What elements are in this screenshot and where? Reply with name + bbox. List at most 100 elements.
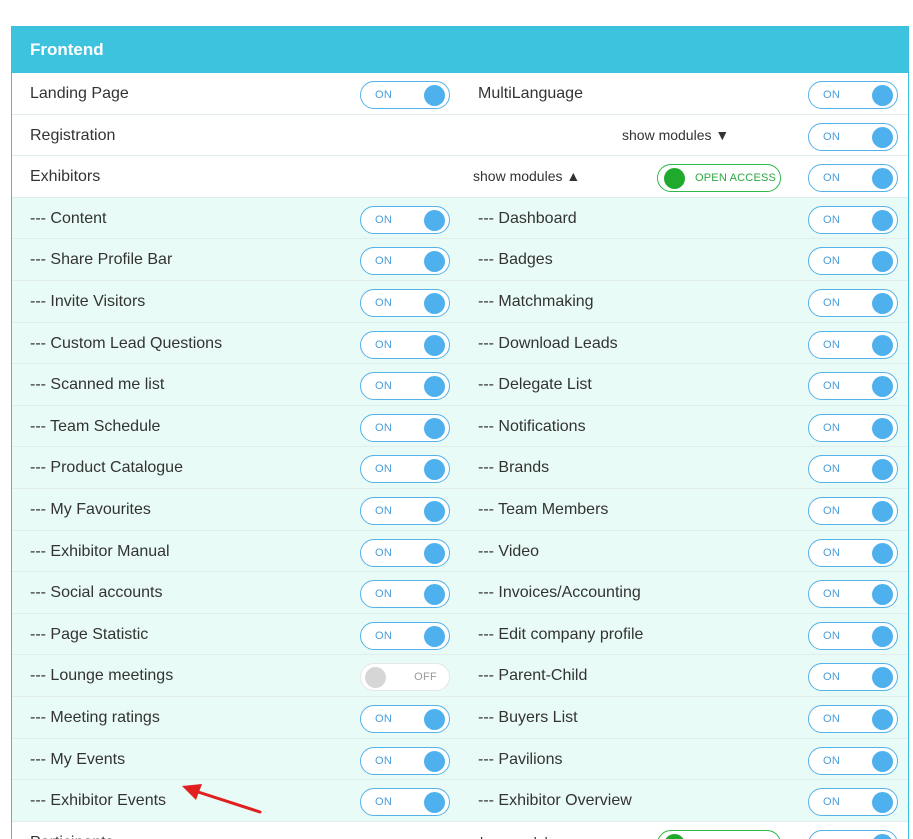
toggle-state-text: ON bbox=[375, 296, 393, 309]
participants-show-modules-link[interactable]: show modules ▼ bbox=[473, 822, 580, 839]
toggle-multilanguage[interactable]: ON bbox=[808, 81, 898, 109]
toggle-share-profile-bar[interactable]: ON bbox=[360, 247, 450, 276]
label-landing-page: Landing Page bbox=[30, 85, 129, 102]
toggle-state-text: ON bbox=[375, 588, 393, 601]
toggle-brands[interactable]: ON bbox=[808, 455, 898, 484]
toggle-team-schedule[interactable]: ON bbox=[360, 413, 450, 442]
toggle-landing-page[interactable]: ON bbox=[360, 81, 450, 109]
toggle-knob-icon bbox=[872, 542, 893, 564]
toggle-delegate-list[interactable]: ON bbox=[808, 372, 898, 401]
toggle-buyers-list[interactable]: ON bbox=[808, 704, 898, 733]
toggle-state-text: ON bbox=[375, 89, 393, 101]
toggle-participants[interactable]: ON bbox=[808, 829, 898, 839]
toggle-registration[interactable]: ON bbox=[808, 122, 898, 151]
toggle-knob-icon bbox=[872, 209, 893, 231]
toggle-knob-icon bbox=[424, 251, 445, 273]
toggle-exhibitor-manual[interactable]: ON bbox=[360, 538, 450, 567]
toggle-my-favourites[interactable]: ON bbox=[360, 496, 450, 525]
toggle-my-events[interactable]: ON bbox=[360, 746, 450, 775]
label-product-catalogue: --- Product Catalogue bbox=[30, 459, 183, 477]
toggle-exhibitor-overview[interactable]: ON bbox=[808, 788, 898, 817]
toggle-meeting-ratings[interactable]: ON bbox=[360, 704, 450, 733]
open-access-label: OPEN ACCESS bbox=[695, 831, 776, 839]
label-multilanguage: MultiLanguage bbox=[478, 85, 583, 102]
toggle-knob-icon bbox=[872, 459, 893, 481]
toggle-state-text: ON bbox=[823, 796, 841, 809]
registration-show-modules-link[interactable]: show modules ▼ bbox=[622, 115, 729, 156]
toggle-parent-child[interactable]: ON bbox=[808, 663, 898, 692]
toggle-state-text: OFF bbox=[414, 671, 437, 684]
toggle-state-text: ON bbox=[823, 588, 841, 601]
label-pavilions: --- Pavilions bbox=[478, 750, 563, 768]
module-row: --- Meeting ratings ON --- Buyers List ON bbox=[12, 696, 908, 739]
toggle-scanned-me-list[interactable]: ON bbox=[360, 372, 450, 401]
toggle-exhibitor-events[interactable]: ON bbox=[360, 788, 450, 817]
label-edit-company-profile: --- Edit company profile bbox=[478, 625, 644, 643]
label-badges: --- Badges bbox=[478, 251, 553, 269]
toggle-custom-lead-questions[interactable]: ON bbox=[360, 330, 450, 359]
toggle-knob-icon bbox=[872, 625, 893, 647]
toggle-knob-icon bbox=[872, 667, 893, 689]
toggle-lounge-meetings[interactable]: OFF bbox=[360, 663, 450, 692]
toggle-state-text: ON bbox=[375, 546, 393, 559]
toggle-knob-icon bbox=[424, 625, 445, 647]
label-delegate-list: --- Delegate List bbox=[478, 376, 592, 394]
toggle-notifications[interactable]: ON bbox=[808, 413, 898, 442]
toggle-edit-company-profile[interactable]: ON bbox=[808, 621, 898, 650]
toggle-download-leads[interactable]: ON bbox=[808, 330, 898, 359]
toggle-knob-icon bbox=[424, 542, 445, 564]
toggle-knob-icon bbox=[424, 459, 445, 481]
toggle-state-text: ON bbox=[823, 338, 841, 351]
toggle-dashboard[interactable]: ON bbox=[808, 205, 898, 234]
module-row: --- Invite Visitors ON --- Matchmaking ON bbox=[12, 280, 908, 323]
participants-open-access-toggle[interactable]: OPEN ACCESS bbox=[657, 829, 781, 839]
toggle-state-text: ON bbox=[823, 712, 841, 725]
toggle-knob-icon bbox=[872, 500, 893, 522]
toggle-state-text: ON bbox=[823, 671, 841, 684]
toggle-product-catalogue[interactable]: ON bbox=[360, 455, 450, 484]
exhibitors-open-access-toggle[interactable]: OPEN ACCESS bbox=[657, 164, 781, 193]
module-row: --- Lounge meetings OFF --- Parent-Child ON bbox=[12, 655, 908, 697]
label-exhibitor-manual: --- Exhibitor Manual bbox=[30, 542, 170, 560]
exhibitors-show-modules-link[interactable]: show modules ▲ bbox=[473, 156, 580, 197]
toggle-knob-icon bbox=[424, 209, 445, 231]
module-row: --- Scanned me list ON --- Delegate List ON bbox=[12, 364, 908, 406]
toggle-matchmaking[interactable]: ON bbox=[808, 288, 898, 317]
label-share-profile-bar: --- Share Profile Bar bbox=[30, 251, 173, 269]
toggle-knob-icon bbox=[424, 750, 445, 772]
toggle-team-members[interactable]: ON bbox=[808, 496, 898, 525]
toggle-invoices-accounting[interactable]: ON bbox=[808, 580, 898, 609]
module-row: --- Team Schedule ON --- Notifications ON bbox=[12, 405, 908, 448]
label-my-favourites: --- My Favourites bbox=[30, 500, 151, 518]
toggle-state-text: ON bbox=[823, 255, 841, 268]
toggle-state-text: ON bbox=[823, 421, 841, 434]
row-exhibitors: Exhibitors show modules ▲ OPEN ACCESS ON bbox=[12, 156, 908, 198]
toggle-exhibitors[interactable]: ON bbox=[808, 164, 898, 193]
module-row: --- Custom Lead Questions ON --- Download … bbox=[12, 322, 908, 365]
exhibitor-modules-list: --- Content ON --- Dashboard ON --- Share Pr… bbox=[12, 197, 908, 822]
toggle-state-text: ON bbox=[375, 754, 393, 767]
toggle-state-text: ON bbox=[375, 380, 393, 393]
toggle-invite-visitors[interactable]: ON bbox=[360, 288, 450, 317]
toggle-knob-icon bbox=[424, 584, 445, 606]
toggle-pavilions[interactable]: ON bbox=[808, 746, 898, 775]
toggle-knob-icon bbox=[424, 708, 445, 730]
module-row: --- Content ON --- Dashboard ON bbox=[12, 197, 908, 240]
label-registration: Registration bbox=[30, 126, 116, 144]
label-download-leads: --- Download Leads bbox=[478, 334, 618, 352]
toggle-knob-icon bbox=[424, 85, 445, 106]
toggle-knob-icon bbox=[424, 292, 445, 314]
label-exhibitor-overview: --- Exhibitor Overview bbox=[478, 792, 632, 810]
toggle-knob-icon bbox=[424, 500, 445, 522]
toggle-state-text: ON bbox=[823, 546, 841, 559]
toggle-state-text: ON bbox=[823, 380, 841, 393]
toggle-page-statistic[interactable]: ON bbox=[360, 621, 450, 650]
toggle-social-accounts[interactable]: ON bbox=[360, 580, 450, 609]
label-my-events: --- My Events bbox=[30, 750, 126, 768]
toggle-knob-icon bbox=[872, 126, 893, 148]
open-access-knob-icon bbox=[664, 833, 685, 839]
label-video: --- Video bbox=[478, 542, 540, 560]
toggle-content[interactable]: ON bbox=[360, 205, 450, 234]
toggle-video[interactable]: ON bbox=[808, 538, 898, 567]
toggle-badges[interactable]: ON bbox=[808, 247, 898, 276]
